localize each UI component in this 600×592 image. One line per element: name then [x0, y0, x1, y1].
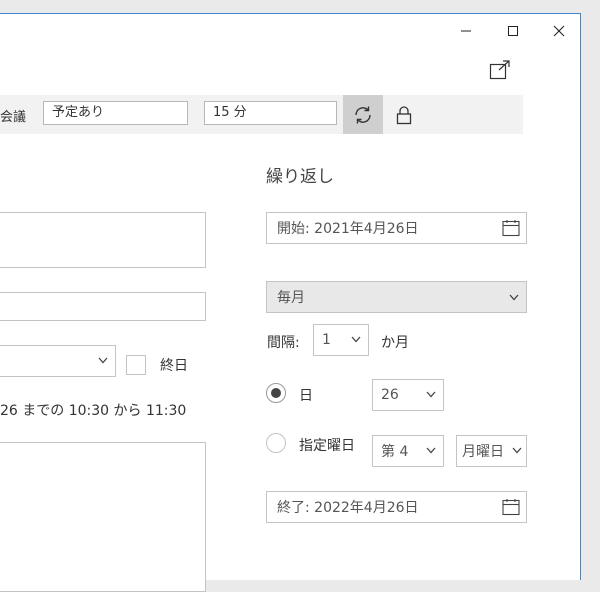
interval-dropdown[interactable]: 1	[313, 324, 369, 356]
event-toolbar: 会議 予定あり 15 分	[0, 95, 523, 134]
weekday-dropdown[interactable]: 月曜日	[456, 435, 527, 467]
chevron-down-icon	[426, 391, 436, 398]
notes-textarea[interactable]	[0, 442, 206, 592]
interval-unit: か月	[381, 335, 409, 351]
all-day-checkbox[interactable]	[126, 355, 146, 375]
chevron-down-icon	[351, 336, 361, 343]
attendees-input[interactable]	[0, 292, 206, 321]
maximize-icon	[508, 26, 518, 36]
repeat-button[interactable]	[343, 95, 383, 134]
all-day-label: 終日	[160, 358, 188, 374]
repeat-icon	[355, 106, 371, 123]
location-input[interactable]	[0, 212, 206, 268]
frequency-text: 毎月	[277, 290, 305, 306]
chevron-down-icon	[512, 447, 522, 454]
start-date-text: 開始: 2021年4月26日	[277, 221, 419, 237]
popout-button[interactable]	[489, 60, 511, 80]
calendar-icon	[502, 220, 520, 237]
chevron-down-icon	[98, 357, 108, 364]
end-date-text: 終了: 2022年4月26日	[277, 500, 419, 516]
interval-value: 1	[322, 332, 331, 348]
maximize-button[interactable]	[490, 16, 536, 46]
weekday-radio[interactable]	[266, 433, 286, 453]
end-date-picker[interactable]: 終了: 2022年4月26日	[266, 491, 527, 523]
reminder-dropdown[interactable]: 15 分	[204, 101, 337, 125]
popout-icon	[489, 60, 510, 80]
day-radio-label: 日	[299, 388, 313, 404]
start-date-picker[interactable]: 開始: 2021年4月26日	[266, 212, 527, 244]
time-dropdown[interactable]	[0, 345, 116, 377]
weekday-value: 月曜日	[462, 444, 504, 460]
week-ordinal-value: 第 4	[381, 444, 409, 460]
status-dropdown[interactable]: 予定あり	[43, 101, 188, 125]
minimize-icon	[461, 30, 471, 32]
private-button[interactable]	[392, 103, 416, 127]
close-icon	[553, 25, 565, 37]
weekday-radio-label: 指定曜日	[299, 438, 355, 454]
recurrence-heading: 繰り返し	[266, 167, 334, 187]
day-value: 26	[381, 387, 399, 403]
chevron-down-icon	[509, 294, 519, 301]
event-summary: 26 までの 10:30 から 11:30	[0, 403, 187, 419]
day-radio[interactable]	[266, 383, 286, 403]
app-window: 会議 予定あり 15 分 終日 26 までの 10:30 から 11:30 繰り…	[0, 13, 582, 592]
calendar-icon	[502, 499, 520, 516]
week-ordinal-dropdown[interactable]: 第 4	[372, 435, 444, 467]
meeting-label: 会議	[0, 110, 27, 125]
interval-label: 間隔:	[267, 335, 300, 351]
day-dropdown[interactable]: 26	[372, 379, 444, 411]
frequency-dropdown[interactable]: 毎月	[266, 281, 527, 313]
lock-icon	[396, 106, 412, 125]
close-button[interactable]	[536, 16, 582, 46]
chevron-down-icon	[426, 447, 436, 454]
minimize-button[interactable]	[443, 16, 489, 46]
